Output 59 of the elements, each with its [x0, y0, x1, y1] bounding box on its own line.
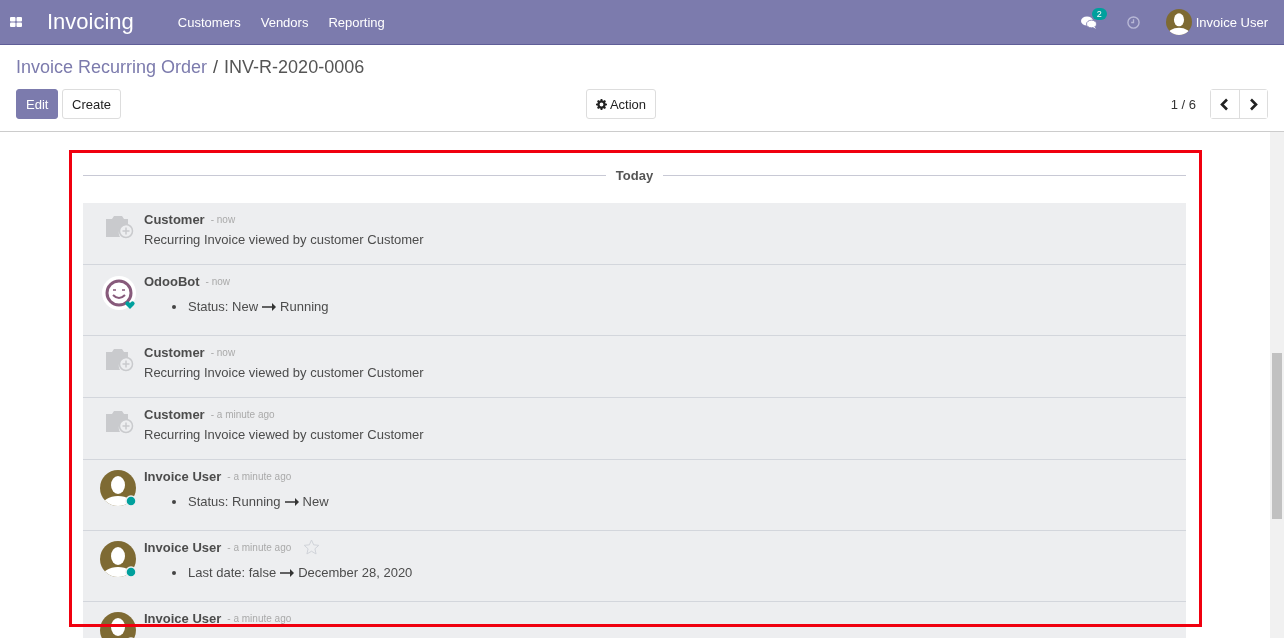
action-button[interactable]: Action: [585, 89, 657, 119]
message-author[interactable]: Customer: [144, 406, 205, 422]
bot-avatar-icon: [101, 275, 137, 311]
arrow-right-icon: [284, 497, 299, 506]
camera-icon: [104, 213, 134, 239]
message-text: Recurring Invoice viewed by customer Customer: [144, 427, 425, 442]
user-avatar-icon[interactable]: [1165, 9, 1192, 35]
camera-icon: [104, 346, 134, 372]
arrow-right-icon: [280, 568, 295, 577]
user-avatar-icon: [100, 541, 138, 579]
tracking-old-value: Status: Running: [188, 494, 281, 509]
tracking-old-value: Last date: false: [188, 565, 277, 580]
tracking-new-value: Running: [280, 299, 329, 314]
bullet-icon: [172, 570, 176, 575]
tracking-old-value: Status: New: [188, 299, 259, 314]
chevron-right-icon: [1249, 97, 1258, 111]
app-title: Invoicing: [47, 9, 134, 35]
scrollbar[interactable]: [1270, 132, 1284, 638]
message-date: - a minute ago: [227, 540, 292, 555]
star-icon[interactable]: [303, 539, 321, 555]
breadcrumb-link[interactable]: Invoice Recurring Order: [16, 57, 208, 78]
tracking-new-value: December 28, 2020: [298, 565, 413, 580]
date-separator: Today: [615, 168, 654, 183]
notification-badge: 2: [1091, 7, 1107, 20]
record-title: INV-R-2020-0006: [224, 57, 365, 78]
next-button[interactable]: [1239, 90, 1267, 118]
create-button[interactable]: Create: [62, 89, 122, 119]
apps-menu-icon[interactable]: [10, 17, 22, 27]
user-name[interactable]: Invoice User: [1195, 14, 1268, 30]
message-author[interactable]: Invoice User: [144, 468, 222, 484]
message-author[interactable]: OdooBot: [144, 273, 200, 289]
bullet-icon: [172, 304, 176, 309]
menu-item[interactable]: Vendors: [260, 14, 309, 30]
message-date: - now: [205, 274, 231, 289]
message-author[interactable]: Invoice User: [144, 610, 222, 626]
bullet-icon: [172, 499, 176, 504]
message-author[interactable]: Customer: [144, 344, 205, 360]
message-date: - now: [210, 345, 236, 360]
tracking-new-value: New: [302, 494, 329, 509]
breadcrumb-separator: /: [213, 57, 219, 78]
message-date: - a minute ago: [227, 469, 292, 484]
user-avatar-icon: [100, 470, 138, 508]
menu-item[interactable]: Reporting: [328, 14, 385, 30]
message-text: Recurring Invoice viewed by customer Customer: [144, 365, 425, 380]
chevron-left-icon: [1220, 97, 1230, 111]
clock-icon[interactable]: [1126, 15, 1140, 29]
message-date: - a minute ago: [210, 407, 275, 422]
menu-item[interactable]: Customers: [177, 14, 241, 30]
message-author[interactable]: Customer: [144, 211, 205, 227]
message-author[interactable]: Invoice User: [144, 539, 222, 555]
message-date: - now: [210, 212, 236, 227]
pager-value: 1 / 6: [1170, 96, 1196, 112]
gear-icon: [595, 98, 607, 110]
message-text: Recurring Invoice viewed by customer Customer: [144, 232, 425, 247]
camera-icon: [104, 408, 134, 434]
message-date: - a minute ago: [227, 611, 292, 626]
chat-icon[interactable]: [1080, 15, 1097, 29]
arrow-right-icon: [262, 302, 277, 311]
edit-button[interactable]: Edit: [16, 89, 58, 119]
